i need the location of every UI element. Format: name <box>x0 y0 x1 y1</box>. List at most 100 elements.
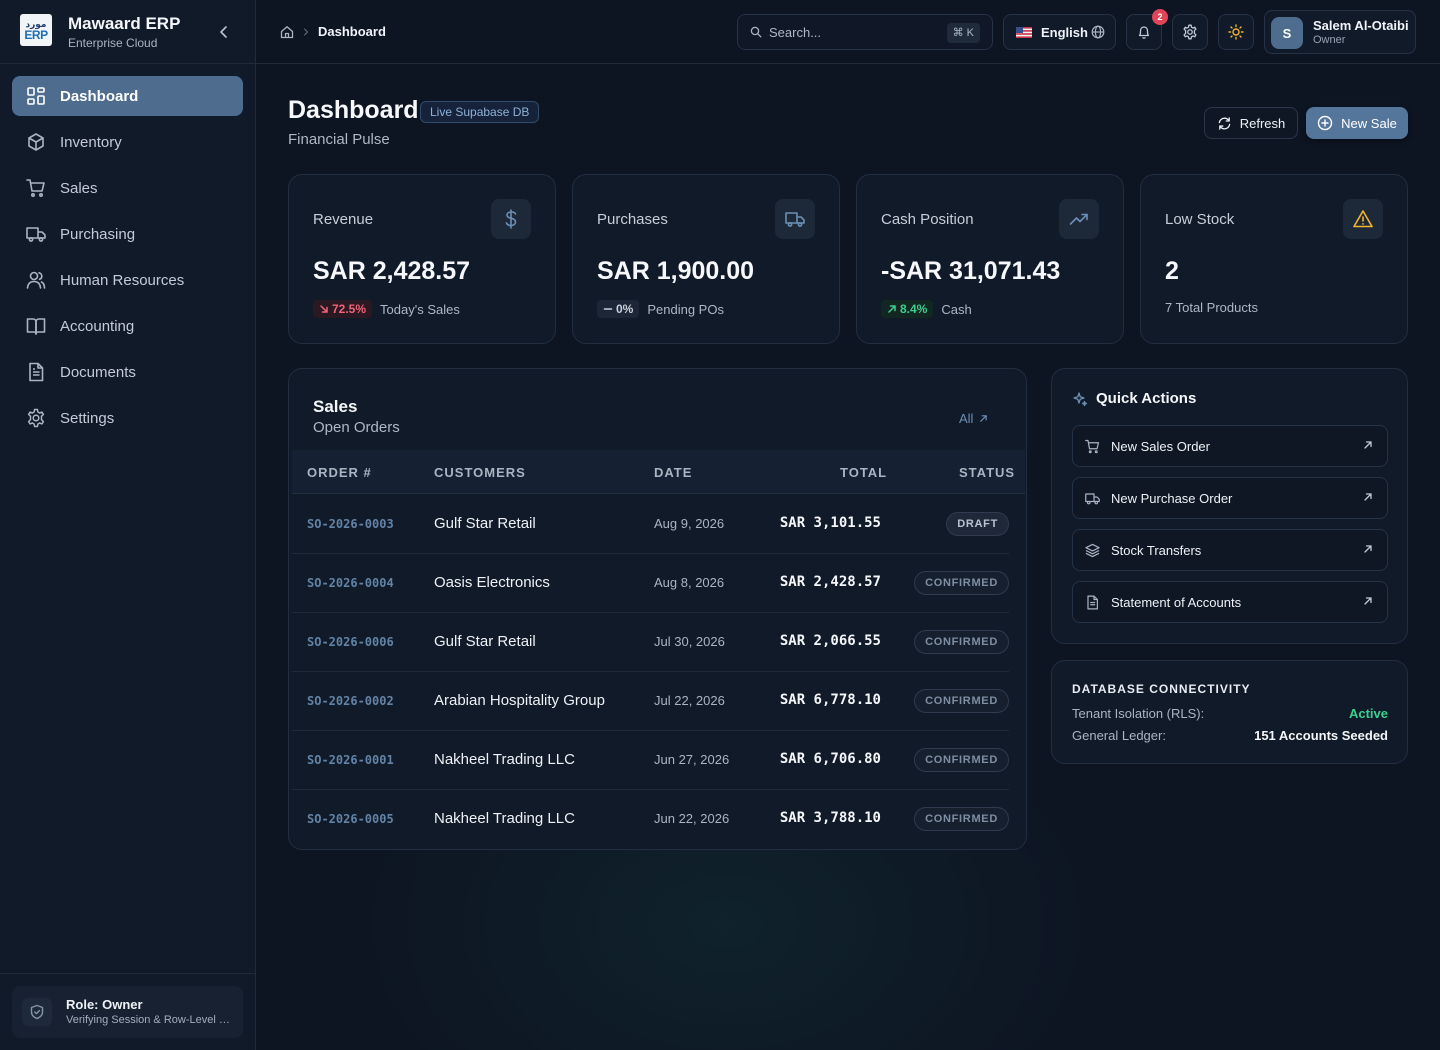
collapse-sidebar-button[interactable] <box>216 24 232 40</box>
brand: مورد ERP Mawaard ERP Enterprise Cloud <box>20 14 244 50</box>
sidebar-item-settings[interactable]: Settings <box>12 398 243 438</box>
kpi-value: -SAR 31,071.43 <box>881 257 1061 285</box>
quick-action-new-sales-order[interactable]: New Sales Order <box>1072 425 1388 467</box>
kpi-change-value: 8.4% <box>900 302 928 316</box>
sidebar-item-sales[interactable]: Sales <box>12 168 243 208</box>
kpi-footer: 72.5% Today's Sales <box>313 300 460 318</box>
kpi-card-low-stock: Low Stock 2 7 Total Products <box>1140 174 1408 344</box>
search-shortcut: ⌘ K <box>946 23 980 43</box>
kpi-label: Purchases <box>597 211 668 228</box>
db-ledger-value: 151 Accounts Seeded <box>1254 728 1388 743</box>
kpi-icon-box <box>491 199 531 239</box>
order-total: SAR 6,706.80 <box>779 751 881 767</box>
table-body: SO-2026-0003 Gulf Star Retail Aug 9, 202… <box>292 495 1009 849</box>
page-subtitle: Financial Pulse <box>288 131 390 148</box>
arrow-up-right-icon <box>888 305 896 313</box>
truck-icon <box>26 227 46 242</box>
quick-action-label: Stock Transfers <box>1111 543 1202 558</box>
gear-icon <box>27 408 45 428</box>
sidebar-item-dashboard[interactable]: Dashboard <box>12 76 243 116</box>
arrow-up-right-icon <box>980 415 988 422</box>
table-row[interactable]: SO-2026-0001 Nakheel Trading LLC Jun 27,… <box>292 731 1009 790</box>
table-row[interactable]: SO-2026-0005 Nakheel Trading LLC Jun 22,… <box>292 790 1009 849</box>
table-row[interactable]: SO-2026-0004 Oasis Electronics Aug 8, 20… <box>292 554 1009 613</box>
gear-icon <box>1183 24 1197 40</box>
home-icon[interactable] <box>280 25 294 39</box>
truck-icon <box>785 212 805 227</box>
refresh-icon <box>1218 116 1231 130</box>
brand-subtitle: Enterprise Cloud <box>68 36 158 50</box>
logo-bottom-text: ERP <box>24 27 48 42</box>
view-all-label: All <box>959 411 974 426</box>
notification-count-badge: 2 <box>1152 9 1168 25</box>
customer-name: Nakheel Trading LLC <box>434 751 575 768</box>
new-sale-button[interactable]: New Sale <box>1306 107 1408 139</box>
table-row[interactable]: SO-2026-0006 Gulf Star Retail Jul 30, 20… <box>292 613 1009 672</box>
customer-name: Gulf Star Retail <box>434 515 536 532</box>
sidebar-item-accounting[interactable]: Accounting <box>12 306 243 346</box>
quick-action-statement-of-accounts[interactable]: Statement of Accounts <box>1072 581 1388 623</box>
order-date: Jun 27, 2026 <box>654 752 730 767</box>
order-number[interactable]: SO-2026-0005 <box>307 812 394 826</box>
dollar-icon <box>505 209 517 229</box>
table-row[interactable]: SO-2026-0003 Gulf Star Retail Aug 9, 202… <box>292 495 1009 554</box>
search-input[interactable]: Search... ⌘ K <box>737 14 993 50</box>
cart-icon <box>26 179 45 198</box>
role-card: Role: Owner Verifying Session & Row-Leve… <box>12 986 243 1038</box>
view-all-link[interactable]: All <box>959 411 988 426</box>
quick-action-label: New Purchase Order <box>1111 491 1233 506</box>
sidebar-item-documents[interactable]: Documents <box>12 352 243 392</box>
role-icon-box <box>22 998 52 1026</box>
customer-name: Gulf Star Retail <box>434 633 536 650</box>
sidebar: مورد ERP Mawaard ERP Enterprise Cloud Da… <box>0 0 256 1050</box>
column-header-order[interactable]: ORDER # <box>307 465 372 480</box>
arrow-down-right-icon <box>320 305 328 313</box>
trending-up-icon <box>1069 213 1088 225</box>
sidebar-item-purchasing[interactable]: Purchasing <box>12 214 243 254</box>
column-header-customers[interactable]: CUSTOMERS <box>434 465 526 480</box>
database-connectivity-card: DATABASE CONNECTIVITY Tenant Isolation (… <box>1051 660 1408 764</box>
kpi-card-revenue: Revenue SAR 2,428.57 72.5% Today's Sales <box>288 174 556 344</box>
package-icon <box>28 133 44 151</box>
sidebar-item-label: Documents <box>60 363 136 381</box>
quick-actions-card: Quick Actions New Sales Order New Purcha… <box>1051 368 1408 644</box>
refresh-button[interactable]: Refresh <box>1204 107 1298 139</box>
order-number[interactable]: SO-2026-0001 <box>307 753 394 767</box>
kpi-change-chip: 72.5% <box>313 300 373 318</box>
shield-check-icon <box>30 1004 44 1020</box>
order-date: Aug 9, 2026 <box>654 516 725 531</box>
status-badge: CONFIRMED <box>914 630 1009 654</box>
order-number[interactable]: SO-2026-0003 <box>307 517 394 531</box>
order-number[interactable]: SO-2026-0004 <box>307 576 394 590</box>
refresh-label: Refresh <box>1239 115 1286 131</box>
kpi-change-chip: 8.4% <box>881 300 934 318</box>
column-header-status[interactable]: STATUS <box>959 465 1015 480</box>
sidebar-item-human-resources[interactable]: Human Resources <box>12 260 243 300</box>
table-row[interactable]: SO-2026-0002 Arabian Hospitality Group J… <box>292 672 1009 731</box>
settings-button[interactable] <box>1172 14 1208 50</box>
document-icon <box>29 362 44 382</box>
kpi-icon-box <box>775 199 815 239</box>
sales-card: Sales Open Orders All ORDER # CUSTOMERS … <box>288 368 1027 850</box>
order-number[interactable]: SO-2026-0006 <box>307 635 394 649</box>
quick-action-new-purchase-order[interactable]: New Purchase Order <box>1072 477 1388 519</box>
language-selector[interactable]: English <box>1003 14 1116 50</box>
notifications-button[interactable]: 2 <box>1126 9 1168 50</box>
order-number[interactable]: SO-2026-0002 <box>307 694 394 708</box>
quick-action-stock-transfers[interactable]: Stock Transfers <box>1072 529 1388 571</box>
breadcrumb: Dashboard <box>280 24 386 39</box>
status-badge: CONFIRMED <box>914 571 1009 595</box>
kpi-change-chip: 0% <box>597 300 640 318</box>
minus-icon <box>603 308 613 310</box>
theme-toggle-button[interactable] <box>1218 14 1254 50</box>
column-header-date[interactable]: DATE <box>654 465 692 480</box>
search-placeholder: Search... <box>769 25 822 40</box>
sidebar-item-inventory[interactable]: Inventory <box>12 122 243 162</box>
status-badge: DRAFT <box>946 512 1009 536</box>
user-role: Owner <box>1313 34 1346 46</box>
user-menu[interactable]: S Salem Al-Otaibi Owner <box>1264 10 1416 54</box>
kpi-change-value: 0% <box>616 302 634 316</box>
order-total: SAR 6,778.10 <box>779 692 881 708</box>
kpi-value: 2 <box>1165 257 1179 285</box>
column-header-total[interactable]: TOTAL <box>840 465 887 480</box>
